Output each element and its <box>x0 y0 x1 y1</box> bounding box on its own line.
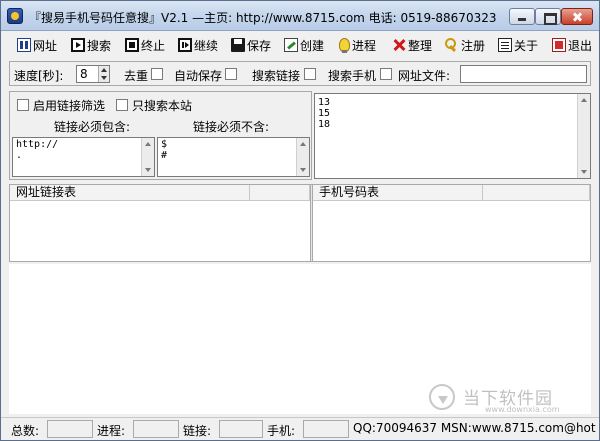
play-icon <box>71 38 85 52</box>
web-icon <box>17 38 31 52</box>
status-bar: 总数: 进程: 链接: 手机: QQ:70094637 MSN:www.8715… <box>1 417 599 440</box>
prefix-line: 18 <box>318 119 331 130</box>
results-lists: 网址链接表 手机号码表 <box>9 184 591 262</box>
process-field <box>133 420 179 438</box>
resume-icon <box>178 38 192 52</box>
dedupe-checkbox[interactable] <box>151 68 163 80</box>
stop-icon <box>125 38 139 52</box>
only-this-site-label: 只搜索本站 <box>132 99 193 113</box>
watermark: 当下软件园 www.downxia.com <box>429 384 579 414</box>
link-label: 链接: <box>183 424 212 438</box>
key-icon <box>445 38 459 52</box>
autosave-checkbox[interactable] <box>225 68 237 80</box>
search-button[interactable]: 搜索 <box>71 35 111 55</box>
autosave-label: 自动保存 <box>174 69 223 83</box>
minimize-button[interactable] <box>509 8 535 25</box>
must-contain-line: . <box>16 150 23 161</box>
url-file-input[interactable] <box>460 65 587 83</box>
dedupe-label: 去重 <box>124 69 149 83</box>
prefix-line: 15 <box>318 108 331 119</box>
window-title: 『搜易手机号码任意搜』V2.1 —主页: http://www.8715.com… <box>29 11 497 25</box>
url-list-header-extra[interactable] <box>250 185 310 201</box>
must-not-contain-line: # <box>161 150 168 161</box>
prefix-scrollbar[interactable] <box>577 94 590 178</box>
maximize-button[interactable] <box>535 8 561 25</box>
exit-button[interactable]: 退出 <box>552 35 592 55</box>
url-button[interactable]: 网址 <box>17 35 57 55</box>
about-button[interactable]: 关于 <box>498 35 538 55</box>
link-filter-panel: 启用链接筛选 只搜索本站 链接必须包含: 链接必须不含: http:// . $… <box>9 91 312 180</box>
phone-prefix-textarea[interactable]: 13 15 18 <box>314 93 591 179</box>
document-icon <box>498 38 512 52</box>
create-icon <box>284 38 298 52</box>
phone-list-header-extra[interactable] <box>483 185 590 201</box>
url-file-label: 网址文件: <box>398 69 451 83</box>
search-phones-label: 搜索手机 <box>328 69 377 83</box>
title-bar: 『搜易手机号码任意搜』V2.1 —主页: http://www.8715.com… <box>1 1 599 31</box>
enable-link-filter-label: 启用链接筛选 <box>33 99 106 113</box>
save-button[interactable]: 保存 <box>231 35 271 55</box>
must-not-contain-line: $ <box>161 139 168 150</box>
search-links-label: 搜索链接 <box>252 69 301 83</box>
spinner-arrows-icon[interactable] <box>98 66 109 82</box>
must-contain-label: 链接必须包含: <box>54 120 131 134</box>
toolbar: 网址 搜索 终止 继续 保存 创建 进程 整理 注册 关于 退出 <box>1 32 599 58</box>
enable-link-filter-checkbox[interactable] <box>17 99 29 111</box>
prefix-line: 13 <box>318 97 331 108</box>
options-panel: 速度[秒]: 8 去重 自动保存 搜索链接 搜索手机 网址文件: <box>9 61 591 86</box>
phone-label: 手机: <box>267 424 296 438</box>
search-links-checkbox[interactable] <box>304 68 316 80</box>
speed-value: 8 <box>80 67 88 81</box>
app-window: 『搜易手机号码任意搜』V2.1 —主页: http://www.8715.com… <box>0 0 600 441</box>
total-field <box>47 420 93 438</box>
must-not-contain-label: 链接必须不含: <box>193 120 270 134</box>
only-this-site-checkbox[interactable] <box>116 99 128 111</box>
must-contain-scrollbar[interactable] <box>141 138 154 176</box>
app-logo-icon <box>7 8 23 24</box>
process-button[interactable]: 进程 <box>339 35 376 55</box>
download-icon <box>429 384 455 410</box>
search-phones-checkbox[interactable] <box>380 68 392 80</box>
must-not-contain-scrollbar[interactable] <box>296 138 309 176</box>
register-button[interactable]: 注册 <box>445 35 485 55</box>
url-list-header[interactable]: 网址链接表 <box>10 185 250 201</box>
watermark-url: www.downxia.com <box>485 405 560 414</box>
lightbulb-icon <box>339 38 350 53</box>
process-label: 进程: <box>97 424 126 438</box>
resume-button[interactable]: 继续 <box>178 35 218 55</box>
x-icon <box>392 38 406 52</box>
must-contain-line: http:// <box>16 139 59 150</box>
exit-icon <box>552 38 566 52</box>
phone-field <box>303 420 349 438</box>
speed-label: 速度[秒]: <box>14 69 64 83</box>
floppy-disk-icon <box>231 38 245 52</box>
stop-button[interactable]: 终止 <box>125 35 165 55</box>
total-label: 总数: <box>11 424 40 438</box>
link-field <box>219 420 263 438</box>
contact-info: QQ:70094637 MSN:www.8715.com@hot <box>353 421 596 435</box>
phone-list-header[interactable]: 手机号码表 <box>313 185 483 201</box>
close-button[interactable] <box>561 8 593 25</box>
must-not-contain-textarea[interactable]: $ # <box>157 137 310 177</box>
sort-button[interactable]: 整理 <box>392 35 432 55</box>
must-contain-textarea[interactable]: http:// . <box>12 137 155 177</box>
create-button[interactable]: 创建 <box>284 35 324 55</box>
speed-spinner[interactable]: 8 <box>76 65 110 83</box>
